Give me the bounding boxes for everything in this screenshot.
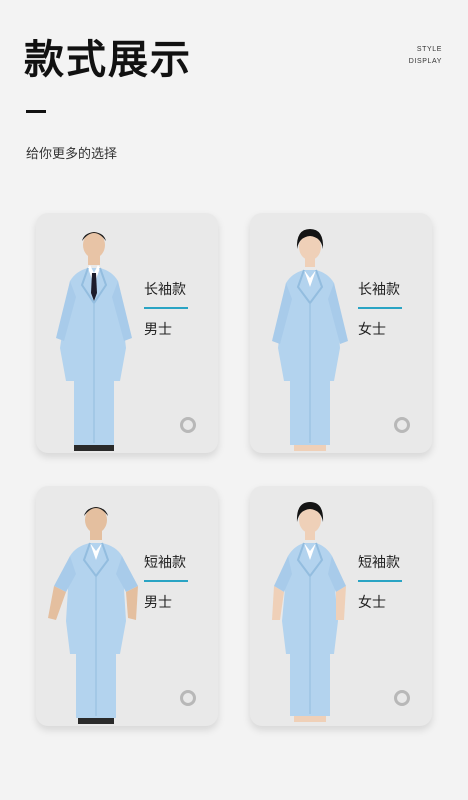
ring-icon — [394, 417, 410, 433]
page-title: 款式展示 — [24, 37, 192, 83]
gender-label: 男士 — [144, 322, 172, 338]
style-name: 短袖款 — [358, 555, 400, 571]
gender-label: 男士 — [144, 595, 172, 611]
product-card-short-sleeve-men[interactable]: 短袖款 男士 — [36, 486, 218, 726]
style-label: STYLE — [416, 46, 442, 53]
tag-divider — [144, 307, 188, 309]
tag-divider — [144, 580, 188, 582]
short-sleeve-women-figure — [272, 502, 346, 722]
ring-icon — [180, 417, 196, 433]
ring-icon — [394, 690, 410, 706]
gender-label: 女士 — [358, 322, 386, 338]
long-sleeve-women-figure — [272, 229, 348, 451]
style-name: 长袖款 — [358, 282, 400, 298]
product-card-long-sleeve-women[interactable]: 长袖款 女士 — [250, 213, 432, 453]
ring-icon — [180, 690, 196, 706]
tag-divider — [358, 307, 402, 309]
gender-label: 女士 — [358, 595, 386, 611]
product-card-short-sleeve-women[interactable]: 短袖款 女士 — [250, 486, 432, 726]
short-sleeve-men-figure — [48, 507, 138, 724]
display-label: DISPLAY — [408, 58, 442, 65]
subtitle: 给你更多的选择 — [26, 147, 118, 162]
card-tag: 长袖款 女士 — [358, 281, 424, 339]
tag-divider — [358, 580, 402, 582]
style-display-label: STYLE DISPLAY — [409, 44, 442, 68]
style-name: 短袖款 — [144, 555, 186, 571]
product-card-long-sleeve-men[interactable]: 长袖款 男士 — [36, 213, 218, 453]
style-name: 长袖款 — [144, 282, 186, 298]
title-underline — [26, 110, 46, 113]
long-sleeve-men-figure — [56, 232, 132, 451]
card-tag: 短袖款 女士 — [358, 554, 424, 612]
card-tag: 长袖款 男士 — [144, 281, 210, 339]
card-tag: 短袖款 男士 — [144, 554, 210, 612]
